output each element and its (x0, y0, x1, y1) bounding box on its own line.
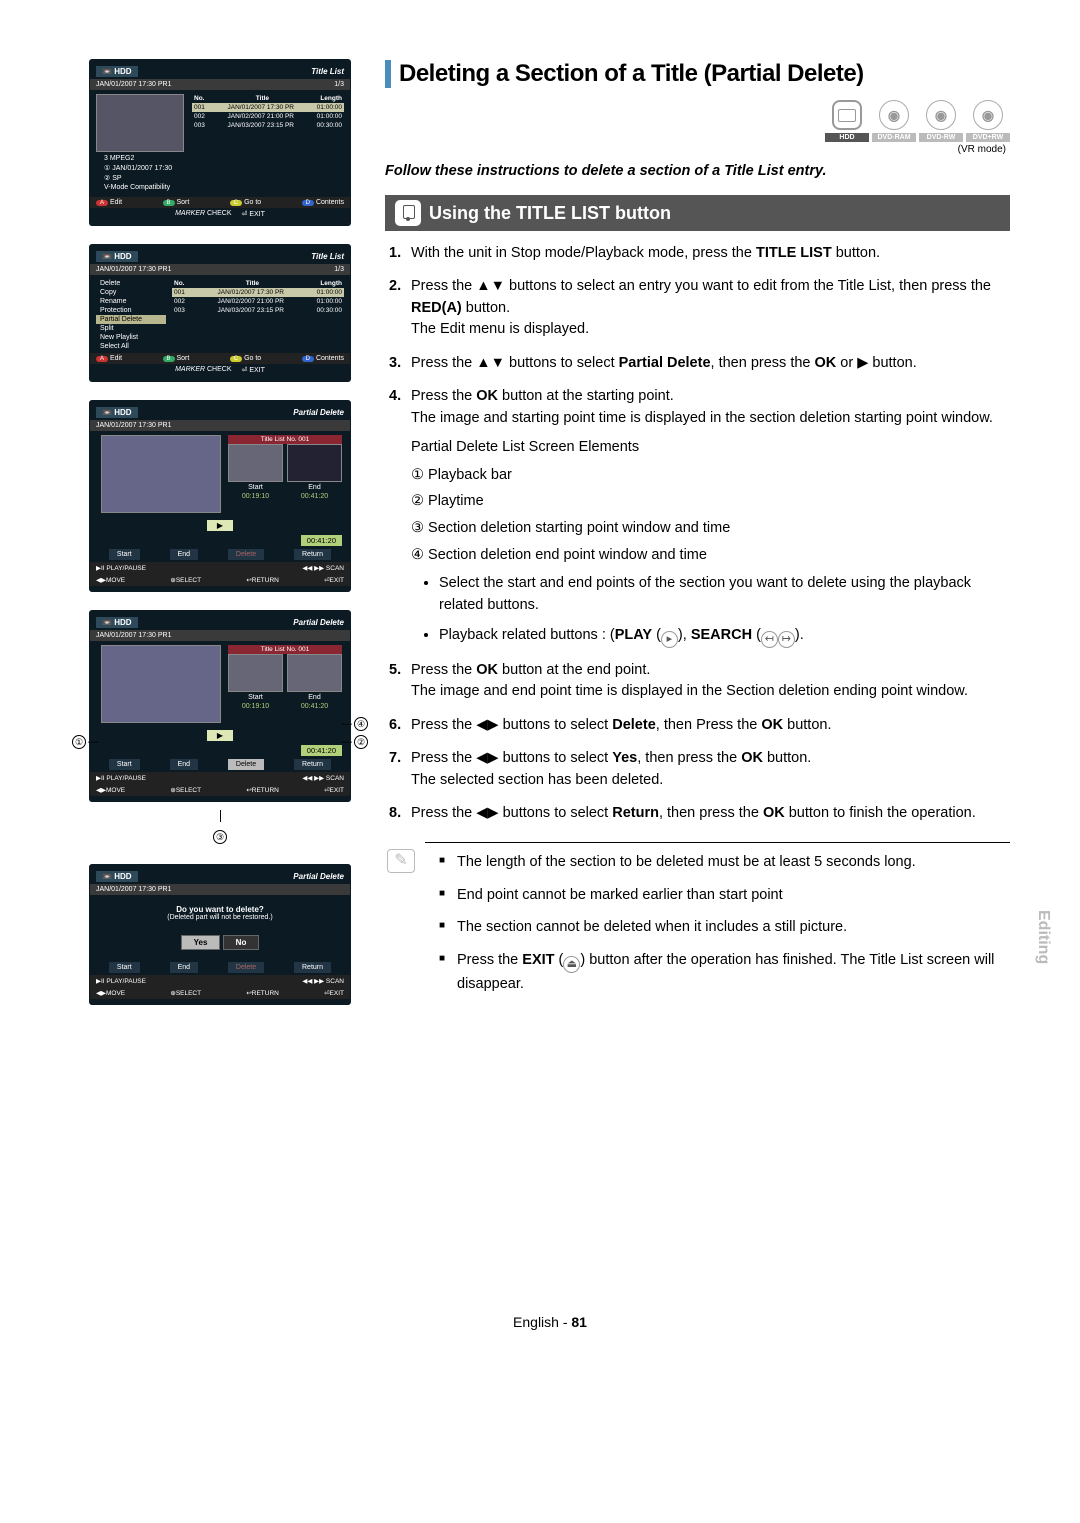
step-5: Press the OK button at the end point.The… (389, 660, 1010, 703)
supported-discs-row: HDD ◉DVD-RAM ◉DVD-RW ◉DVD+RW (385, 100, 1010, 142)
note-1: The length of the section to be deleted … (439, 851, 1010, 873)
screenshot-partial-delete-start: 📼 HDDPartial Delete JAN/01/2007 17:30 PR… (90, 401, 350, 591)
vr-mode-label: (VR mode) (385, 144, 1010, 155)
note-3: The section cannot be deleted when it in… (439, 916, 1010, 938)
intro-text: Follow these instructions to delete a se… (385, 163, 1010, 179)
step-7: Press the ◀▶ buttons to select Yes, then… (389, 748, 1010, 791)
step-6: Press the ◀▶ buttons to select Delete, t… (389, 715, 1010, 736)
disc-hdd: HDD (825, 100, 869, 142)
screen-elements-list: ① Playback bar ② Playtime ③ Section dele… (411, 463, 1010, 568)
disc-dvd-plus-rw: ◉DVD+RW (966, 100, 1010, 142)
screenshot-delete-confirm: 📼 HDDPartial Delete JAN/01/2007 17:30 PR… (90, 865, 350, 1004)
main-content: Deleting a Section of a Title (Partial D… (385, 60, 1010, 1024)
play-icon: ▸ (661, 631, 678, 648)
screenshot-partial-delete-labeled: 📼 HDDPartial Delete JAN/01/2007 17:30 PR… (90, 611, 350, 801)
sub-heading-title-list-button: Using the TITLE LIST button (385, 195, 1010, 231)
step-1: With the unit in Stop mode/Playback mode… (389, 243, 1010, 264)
screenshot-edit-menu: 📼 HDDTitle List JAN/01/2007 17:30 PR11/3… (90, 245, 350, 381)
section-side-label: Editing (1034, 910, 1052, 964)
screenshot-title-list: 📼 HDDTitle List JAN/01/2007 17:30 PR11/3… (90, 60, 350, 225)
search-fwd-icon: ↦ (778, 631, 795, 648)
exit-icon: ⏏ (563, 956, 580, 973)
steps-list: With the unit in Stop mode/Playback mode… (385, 243, 1010, 824)
notes-section: ✎ The length of the section to be delete… (385, 842, 1010, 995)
search-back-icon: ↤ (761, 631, 778, 648)
disc-dvd-ram: ◉DVD-RAM (872, 100, 916, 142)
note-4: Press the EXIT (⏏) button after the oper… (439, 949, 1010, 995)
note-2: End point cannot be marked earlier than … (439, 884, 1010, 906)
step-3: Press the ▲▼ buttons to select Partial D… (389, 353, 1010, 374)
disc-dvd-rw: ◉DVD-RW (919, 100, 963, 142)
page-footer: English - 81 (90, 1314, 1010, 1330)
notes-icon: ✎ (387, 849, 415, 873)
left-illustrations: 📼 HDDTitle List JAN/01/2007 17:30 PR11/3… (90, 60, 350, 1024)
step-4-bullets: Select the start and end points of the s… (439, 573, 1010, 648)
page-title: Deleting a Section of a Title (Partial D… (385, 60, 1010, 88)
step-8: Press the ◀▶ buttons to select Return, t… (389, 803, 1010, 824)
step-4: Press the OK button at the starting poin… (389, 386, 1010, 647)
remote-icon (395, 200, 421, 226)
step-2: Press the ▲▼ buttons to select an entry … (389, 276, 1010, 340)
screen-elements-caption: Partial Delete List Screen Elements (411, 437, 1010, 458)
